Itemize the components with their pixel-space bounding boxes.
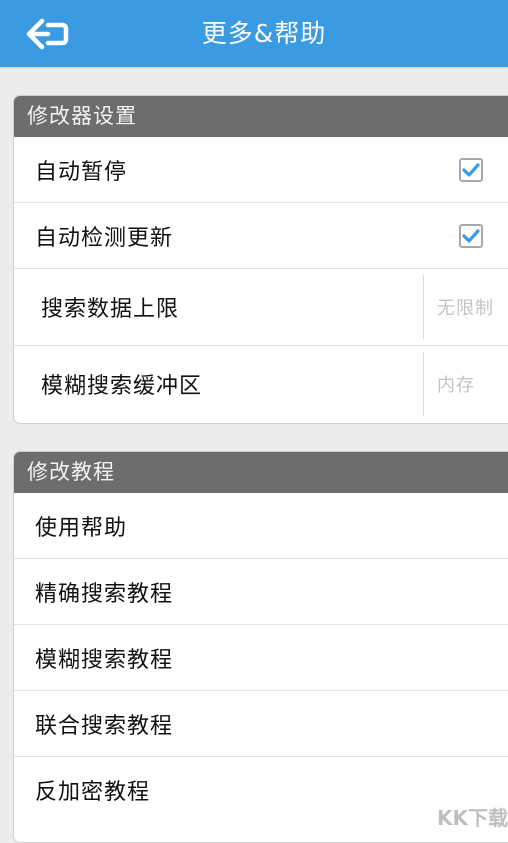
setting-label: 自动检测更新 bbox=[35, 225, 174, 251]
tutorial-item-joint-search[interactable]: 联合搜索教程 bbox=[14, 691, 508, 757]
search-limit-value[interactable]: 无限制 bbox=[437, 294, 494, 320]
setting-label: 搜索数据上限 bbox=[41, 297, 180, 322]
tutorial-item-exact-search[interactable]: 精确搜索教程 bbox=[14, 559, 508, 625]
watermark-logo: KK下载 bbox=[437, 806, 508, 828]
tutorial-card: 修改教程 使用帮助 精确搜索教程 模糊搜索教程 联合搜索教程 反加密教程 bbox=[13, 451, 508, 843]
setting-label: 自动暂停 bbox=[35, 159, 128, 185]
checkmark-icon bbox=[462, 162, 480, 177]
fuzzy-buffer-value[interactable]: 内存 bbox=[437, 371, 475, 397]
top-app-bar: 更多&帮助 bbox=[0, 0, 508, 67]
tutorial-label: 模糊搜索教程 bbox=[35, 647, 174, 673]
settings-card: 修改器设置 自动暂停 自动检测更新 搜索数据上限 无限制 模糊搜索缓冲区 内存 bbox=[13, 95, 508, 424]
tutorial-item-fuzzy-search[interactable]: 模糊搜索教程 bbox=[14, 625, 508, 691]
vertical-divider bbox=[423, 352, 424, 416]
setting-search-data-limit[interactable]: 搜索数据上限 无限制 bbox=[14, 269, 508, 346]
auto-update-checkbox[interactable] bbox=[459, 223, 483, 248]
tutorial-label: 反加密教程 bbox=[35, 779, 151, 805]
auto-pause-checkbox[interactable] bbox=[459, 157, 483, 182]
page-title: 更多&帮助 bbox=[201, 19, 327, 48]
section-header-tutorials: 修改教程 bbox=[14, 452, 508, 493]
tutorial-label: 精确搜索教程 bbox=[35, 581, 174, 607]
setting-fuzzy-search-buffer[interactable]: 模糊搜索缓冲区 内存 bbox=[14, 346, 508, 422]
tutorial-label: 联合搜索教程 bbox=[35, 713, 174, 739]
tutorial-label: 使用帮助 bbox=[35, 515, 128, 541]
section-header-settings: 修改器设置 bbox=[14, 96, 508, 137]
setting-auto-update-check[interactable]: 自动检测更新 bbox=[14, 203, 508, 269]
tutorial-item-help[interactable]: 使用帮助 bbox=[14, 493, 508, 559]
setting-auto-pause[interactable]: 自动暂停 bbox=[14, 137, 508, 203]
setting-label: 模糊搜索缓冲区 bbox=[41, 374, 203, 399]
checkmark-icon bbox=[462, 228, 480, 243]
vertical-divider bbox=[423, 275, 424, 339]
